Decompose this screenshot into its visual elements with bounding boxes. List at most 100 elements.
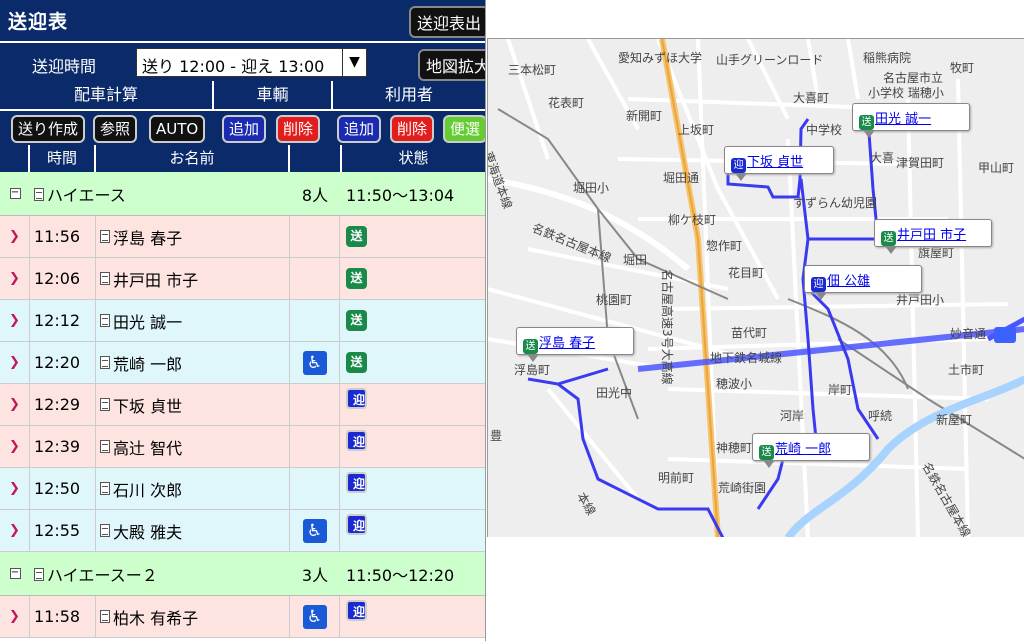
map-label: 堀田通: [663, 171, 700, 185]
chevron-down-icon[interactable]: ❯: [9, 397, 20, 412]
section-user: 利用者: [333, 81, 485, 109]
row-name: 田光 誠一: [113, 312, 183, 332]
map-label: 名古屋高速3号大高線: [660, 269, 674, 385]
map-marker[interactable]: 送田光 誠一: [852, 103, 970, 138]
create-button[interactable]: 送り作成: [11, 115, 86, 143]
map-label: 堀田: [623, 253, 648, 267]
chevron-down-icon[interactable]: ❯: [9, 481, 20, 496]
map-marker[interactable]: 迎下坂 貞世: [724, 146, 834, 181]
map-expand-button[interactable]: 地図拡大: [418, 49, 485, 81]
dropoff-icon: 送: [759, 445, 774, 460]
vehicle-group[interactable]: − ハイエース 8人 11:50～13:04: [0, 172, 485, 216]
map-label: 土市町: [948, 363, 985, 377]
marker-link[interactable]: 下坂 貞世: [747, 155, 803, 170]
dropoff-icon: 送: [346, 310, 367, 331]
row-name: 下坂 貞世: [113, 396, 183, 416]
time-select-value: 送り 12:00 - 迎え 13:00: [142, 57, 325, 76]
map-label: 堀田小: [573, 181, 610, 195]
table-row[interactable]: ❯ 12:29 下坂 貞世 迎: [0, 384, 485, 426]
map-label: 荒崎街園: [718, 481, 767, 495]
wheelchair-icon: ♿: [302, 518, 327, 543]
time-row: 送迎時間 送り 12:00 - 迎え 13:00 ▼ 地図拡大: [0, 41, 485, 81]
group-range: 11:50～13:04: [346, 185, 455, 205]
marker-link[interactable]: 井戸田 市子: [897, 228, 966, 243]
column-headers: 時間 お名前 状態: [0, 145, 485, 172]
dropoff-icon: 送: [346, 352, 367, 373]
map-label: 中学校: [806, 123, 843, 137]
vehicle-delete-button[interactable]: 削除: [276, 115, 321, 143]
row-name: 高辻 智代: [113, 438, 183, 458]
map-marker[interactable]: 送荒崎 一郎: [752, 433, 870, 468]
time-select[interactable]: 送り 12:00 - 迎え 13:00 ▼: [136, 48, 367, 77]
pickup-icon: 迎: [346, 472, 367, 493]
row-name: 井戸田 市子: [113, 270, 199, 290]
map-label: 岸町: [828, 383, 853, 397]
table-row[interactable]: ❯ 12:20 荒崎 一郎 ♿ 送: [0, 342, 485, 384]
chevron-down-icon[interactable]: ❯: [9, 609, 20, 624]
table-row[interactable]: ❯ 12:50 石川 次郎 迎: [0, 468, 485, 510]
map-label: 新開町: [626, 109, 663, 123]
col-time: 時間: [30, 145, 94, 172]
dropoff-icon: 送: [881, 231, 896, 246]
row-time: 12:29: [30, 384, 96, 425]
map-label: 惣作町: [706, 239, 743, 253]
row-time: 12:55: [30, 510, 96, 551]
collapse-icon[interactable]: −: [9, 188, 21, 199]
map-label: 新屋町: [936, 413, 973, 427]
view-button[interactable]: 参照: [93, 115, 138, 143]
vehicle-group[interactable]: − ハイエースー２ 3人 11:50～12:20: [0, 552, 485, 596]
map-label: 三本松町: [508, 63, 557, 77]
document-icon: [100, 440, 110, 453]
group-name: ハイエースー２: [47, 565, 158, 585]
chevron-down-icon: ▼: [342, 49, 366, 76]
schedule-output-button[interactable]: 送迎表出: [409, 6, 485, 38]
group-count: 8人: [301, 185, 329, 205]
map-label: 花目町: [728, 266, 765, 280]
table-row[interactable]: ❯ 12:06 井戸田 市子 送: [0, 258, 485, 300]
time-label: 送迎時間: [32, 57, 97, 76]
document-icon: [34, 567, 44, 581]
marker-link[interactable]: 田光 誠一: [875, 112, 931, 127]
map-label: 大喜: [870, 151, 895, 165]
chevron-down-icon[interactable]: ❯: [9, 355, 20, 370]
map-label: 津賀田町: [896, 156, 945, 170]
user-delete-button[interactable]: 削除: [390, 115, 435, 143]
vehicle-add-button[interactable]: 追加: [222, 115, 267, 143]
pickup-icon: 迎: [346, 430, 367, 451]
document-icon: [100, 398, 110, 411]
user-add-button[interactable]: 追加: [337, 115, 382, 143]
chevron-down-icon[interactable]: ❯: [9, 229, 20, 244]
table-row[interactable]: ❯ 12:55 大殿 雅夫 ♿ 迎: [0, 510, 485, 552]
document-icon: [100, 230, 110, 243]
marker-link[interactable]: 浮島 春子: [539, 336, 595, 351]
table-row[interactable]: ❯ 11:56 浮島 春子 送: [0, 216, 485, 258]
chevron-down-icon[interactable]: ❯: [9, 271, 20, 286]
table-row[interactable]: ❯ 11:58 柏木 有希子 ♿ 迎: [0, 596, 485, 638]
map-label: 桃園町: [596, 293, 633, 307]
chevron-down-icon[interactable]: ❯: [9, 523, 20, 538]
map-label: 井戸田小: [896, 293, 945, 307]
col-blank: [0, 145, 28, 172]
route-map[interactable]: 三本松町 愛知みずほ大学 山手グリーンロード 稲熊病院 名古屋市立 小学校 瑞穂…: [487, 38, 1024, 537]
chevron-down-icon[interactable]: ❯: [9, 439, 20, 454]
map-label: 妙音通: [950, 327, 987, 341]
auto-button[interactable]: AUTO: [149, 115, 206, 143]
misc-button[interactable]: 便選: [443, 115, 485, 143]
collapse-icon[interactable]: −: [9, 568, 21, 579]
table-row[interactable]: ❯ 12:12 田光 誠一 送: [0, 300, 485, 342]
map-marker[interactable]: 迎佃 公雄: [804, 265, 922, 300]
map-label: 穂波小: [716, 377, 753, 391]
button-row: 送り作成 参照 AUTO 追加 削除 追加 削除 便選: [0, 109, 485, 145]
map-marker[interactable]: 送浮島 春子: [516, 327, 634, 362]
table-row[interactable]: ❯ 12:39 高辻 智代 迎: [0, 426, 485, 468]
wheelchair-icon: ♿: [302, 350, 327, 375]
chevron-down-icon[interactable]: ❯: [9, 313, 20, 328]
marker-link[interactable]: 荒崎 一郎: [775, 442, 831, 457]
col-status: 状態: [342, 145, 485, 172]
marker-link[interactable]: 佃 公雄: [827, 274, 870, 289]
map-label: 稲熊病院: [863, 51, 912, 65]
map-label: 上坂町: [678, 123, 715, 137]
page-title: 送迎表: [8, 11, 69, 33]
row-name: 大殿 雅夫: [113, 522, 183, 542]
map-marker[interactable]: 送井戸田 市子: [874, 219, 992, 254]
